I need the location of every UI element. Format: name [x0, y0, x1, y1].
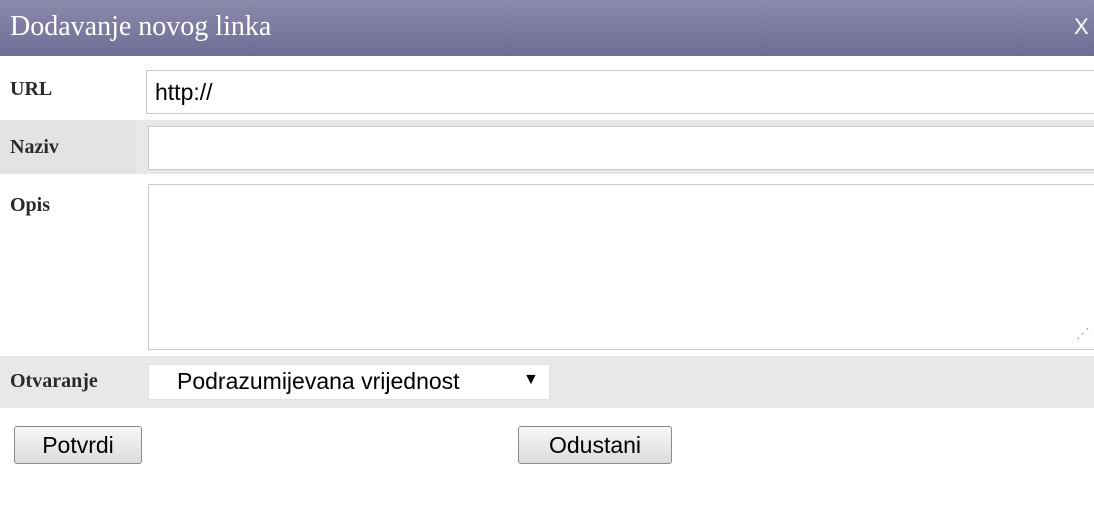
dialog-title: Dodavanje novog linka [10, 11, 272, 42]
otvaranje-selected-value: Podrazumijevana vrijednost [177, 368, 460, 394]
naziv-row: Naziv [0, 120, 1094, 174]
opis-label: Opis [10, 194, 51, 216]
confirm-button[interactable]: Potvrdi [14, 426, 142, 464]
otvaranje-row: Otvaranje Podrazumijevana vrijednost ▼ [0, 356, 1094, 408]
url-row: URL [0, 64, 1094, 116]
opis-row: Opis ⋰ [0, 178, 1094, 354]
dialog-titlebar: Dodavanje novog linka X [0, 0, 1094, 56]
cancel-button[interactable]: Odustani [518, 426, 672, 464]
opis-textarea[interactable] [148, 184, 1094, 350]
chevron-down-icon: ▼ [523, 371, 539, 388]
url-input[interactable] [146, 70, 1094, 114]
close-icon[interactable]: X [1074, 14, 1089, 40]
url-label: URL [0, 64, 136, 116]
resize-grip-icon[interactable]: ⋰ [1076, 326, 1090, 342]
naziv-input[interactable] [148, 126, 1094, 170]
otvaranje-label: Otvaranje [10, 370, 98, 392]
naziv-label: Naziv [0, 120, 136, 174]
otvaranje-select[interactable]: Podrazumijevana vrijednost ▼ [148, 364, 550, 400]
